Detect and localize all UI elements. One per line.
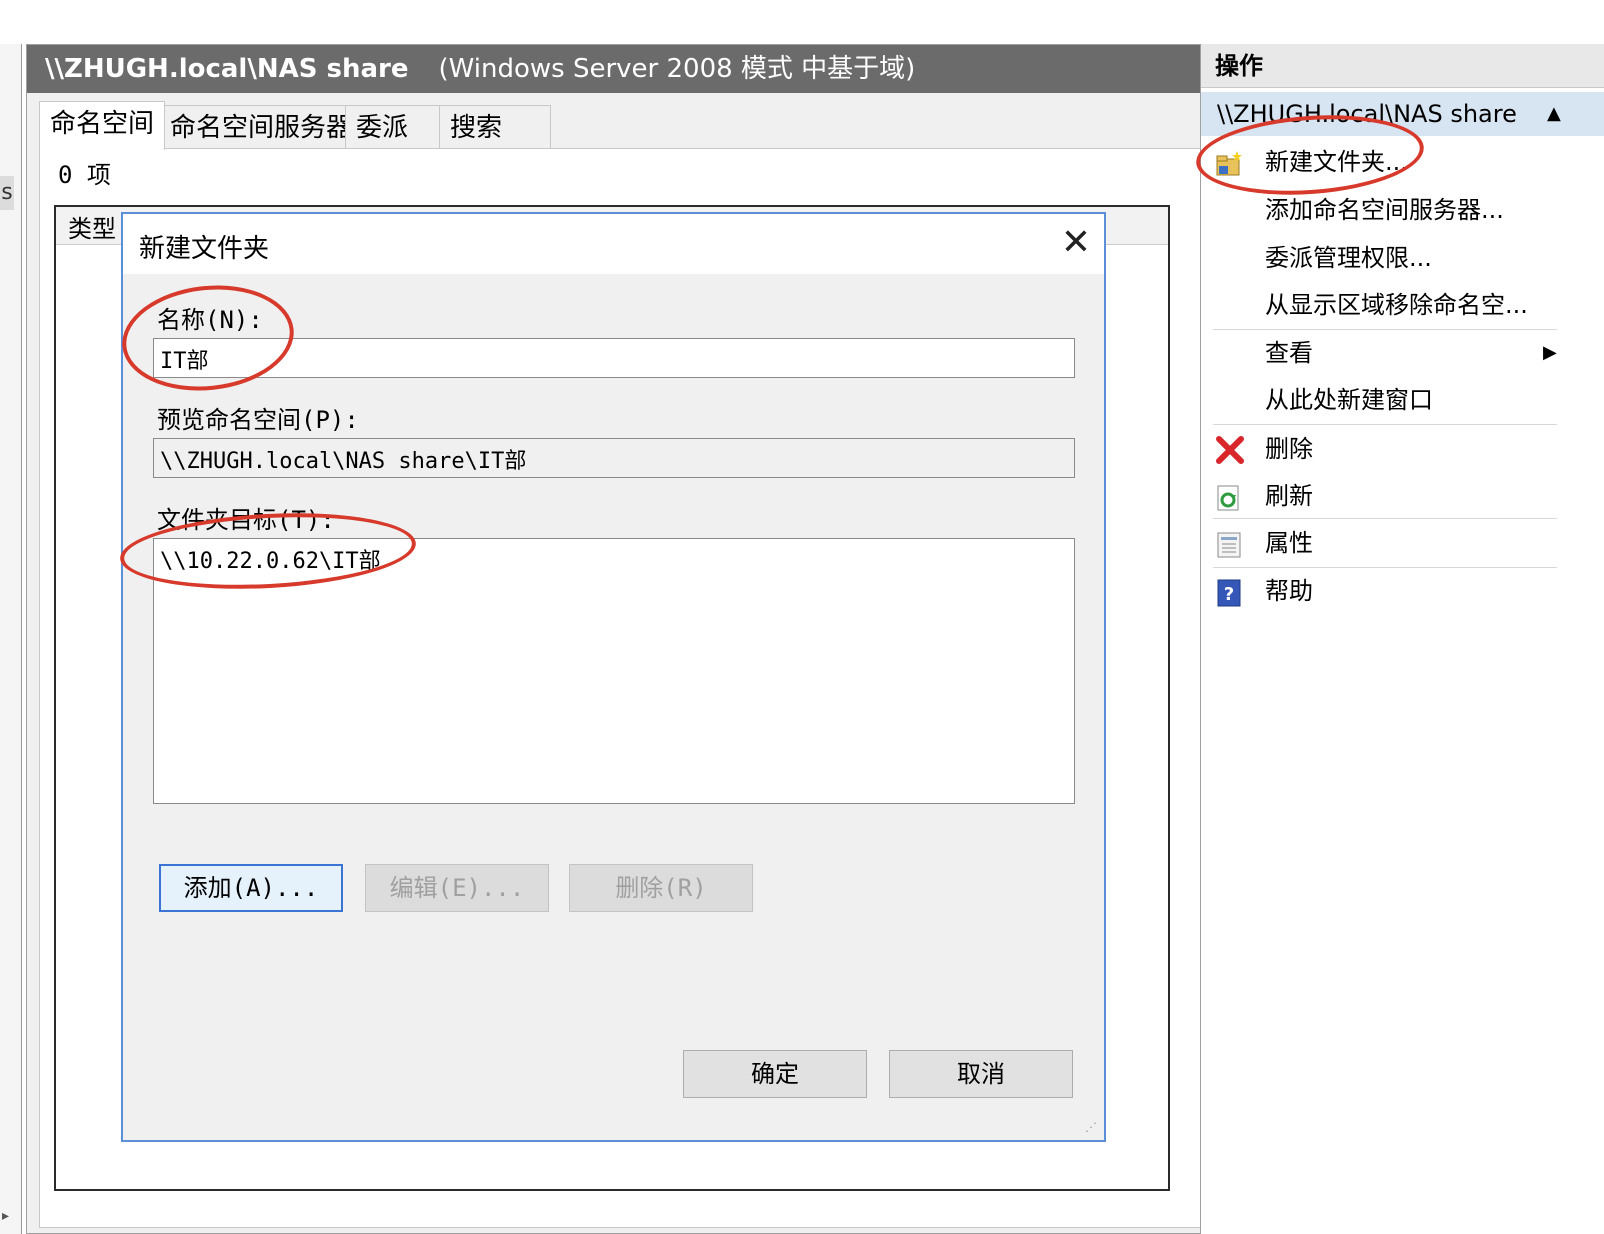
action-delete[interactable]: 删除 bbox=[1201, 427, 1604, 471]
separator bbox=[1213, 567, 1557, 568]
action-refresh[interactable]: 刷新 bbox=[1201, 474, 1604, 518]
separator bbox=[1213, 424, 1557, 425]
column-header-type[interactable]: 类型 bbox=[68, 209, 116, 244]
actions-subheader[interactable]: \\ZHUGH.local\NAS share ▲ bbox=[1201, 92, 1604, 136]
resize-grip-icon[interactable]: ⋰ bbox=[1085, 1120, 1103, 1138]
action-add-namespace-server[interactable]: 添加命名空间服务器... bbox=[1201, 188, 1604, 232]
name-field[interactable]: IT部 bbox=[153, 338, 1075, 378]
action-help[interactable]: ? 帮助 bbox=[1201, 569, 1604, 613]
actions-subheader-label: \\ZHUGH.local\NAS share bbox=[1217, 100, 1517, 128]
action-label: 从此处新建窗口 bbox=[1265, 386, 1433, 414]
action-label: 删除 bbox=[1265, 435, 1313, 463]
collapse-up-icon[interactable]: ▲ bbox=[1547, 92, 1561, 136]
action-remove-namespace-from-display[interactable]: 从显示区域移除命名空... bbox=[1201, 283, 1604, 327]
action-label: 属性 bbox=[1265, 529, 1313, 557]
separator bbox=[1213, 329, 1557, 330]
cancel-button[interactable]: 取消 bbox=[889, 1050, 1073, 1098]
action-label: 新建文件夹... bbox=[1265, 148, 1408, 176]
name-label: 名称(N): bbox=[157, 306, 263, 334]
svg-text:?: ? bbox=[1224, 584, 1234, 605]
separator bbox=[1213, 518, 1557, 519]
preview-label: 预览命名空间(P): bbox=[157, 406, 359, 434]
action-label: 刷新 bbox=[1265, 482, 1313, 510]
targets-list[interactable]: \\10.22.0.62\IT部 bbox=[153, 538, 1075, 804]
close-icon[interactable]: ✕ bbox=[1051, 218, 1101, 268]
new-folder-icon bbox=[1215, 148, 1243, 176]
delete-icon bbox=[1215, 435, 1244, 464]
namespace-mode-text: (Windows Server 2008 模式 中基于域) bbox=[438, 54, 916, 84]
actions-pane: 操作 \\ZHUGH.local\NAS share ▲ 新建文件夹... 添加… bbox=[1200, 44, 1604, 1234]
action-view[interactable]: 查看 ▶ bbox=[1201, 331, 1604, 375]
ok-button[interactable]: 确定 bbox=[683, 1050, 867, 1098]
new-folder-dialog: 新建文件夹 ✕ 名称(N): IT部 预览命名空间(P): \\ZHUGH.lo… bbox=[121, 212, 1106, 1142]
tree-item-fragment[interactable]: s bbox=[0, 176, 14, 210]
target-item[interactable]: \\10.22.0.62\IT部 bbox=[160, 543, 1068, 575]
namespace-path-title: \\ZHUGH.local\NAS share bbox=[45, 54, 409, 84]
dialog-title: 新建文件夹 bbox=[139, 234, 270, 264]
add-button[interactable]: 添加(A)... bbox=[159, 864, 343, 912]
action-new-window[interactable]: 从此处新建窗口 bbox=[1201, 378, 1604, 422]
action-delegate-permissions[interactable]: 委派管理权限... bbox=[1201, 236, 1604, 280]
edit-button[interactable]: 编辑(E)... bbox=[365, 864, 549, 912]
left-tree-pane: s ▸ bbox=[0, 44, 22, 1234]
action-properties[interactable]: 属性 bbox=[1201, 521, 1604, 565]
tab-namespace[interactable]: 命名空间 bbox=[39, 101, 166, 150]
action-label: 查看 bbox=[1265, 339, 1313, 367]
submenu-arrow-icon: ▶ bbox=[1543, 342, 1557, 363]
pane-title-bar: \\ZHUGH.local\NAS share (Windows Server 2… bbox=[27, 45, 1221, 93]
action-label: 从显示区域移除命名空... bbox=[1265, 291, 1528, 319]
tab-namespace-servers[interactable]: 命名空间服务器 bbox=[159, 105, 364, 150]
action-label: 添加命名空间服务器... bbox=[1265, 196, 1504, 224]
actions-header: 操作 bbox=[1201, 44, 1604, 88]
scroll-arrow-icon[interactable]: ▸ bbox=[2, 1208, 9, 1224]
targets-label: 文件夹目标(T): bbox=[157, 506, 335, 534]
preview-field: \\ZHUGH.local\NAS share\IT部 bbox=[153, 438, 1075, 478]
action-label: 帮助 bbox=[1265, 577, 1313, 605]
item-count: 0 项 bbox=[58, 161, 111, 189]
tab-search[interactable]: 搜索 bbox=[439, 105, 551, 150]
properties-icon bbox=[1215, 529, 1243, 558]
action-new-folder[interactable]: 新建文件夹... bbox=[1201, 140, 1604, 184]
dialog-title-bar: 新建文件夹 ✕ bbox=[123, 214, 1104, 274]
help-icon: ? bbox=[1215, 577, 1243, 607]
action-label: 委派管理权限... bbox=[1265, 244, 1432, 272]
remove-button[interactable]: 删除(R) bbox=[569, 864, 753, 912]
refresh-icon bbox=[1215, 482, 1243, 511]
